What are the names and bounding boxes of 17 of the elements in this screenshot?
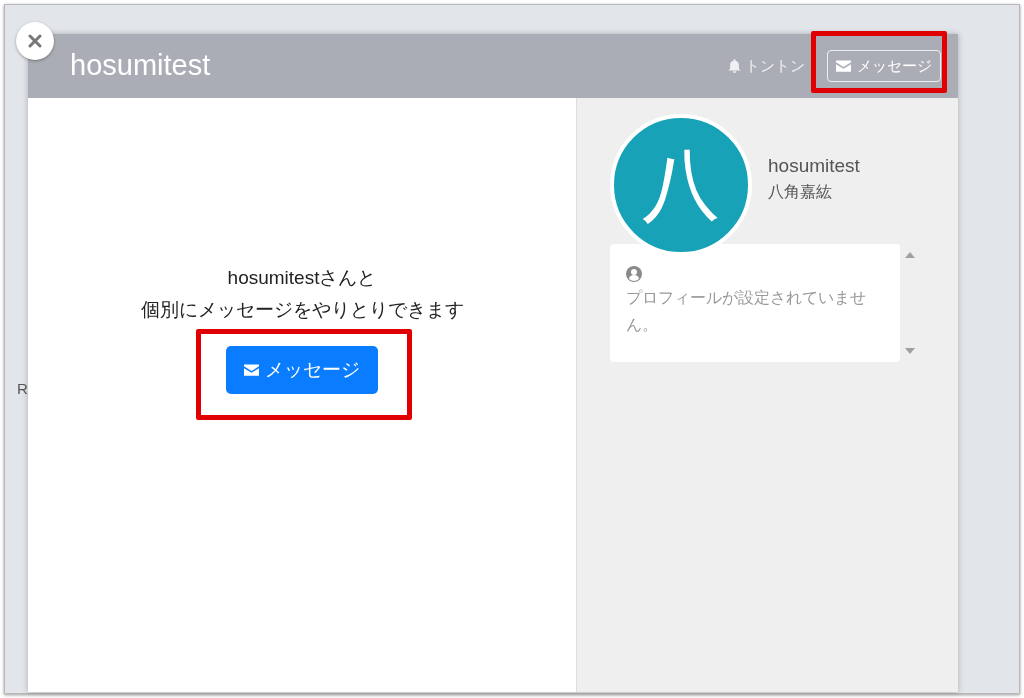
modal-title: hosumitest xyxy=(70,48,212,84)
full-name: 八角嘉紘 xyxy=(768,182,833,203)
close-icon xyxy=(28,34,42,48)
username: hosumitest xyxy=(768,153,860,178)
profile-text: プロフィールが設定されていません。 xyxy=(626,288,867,335)
intro-text: 個別にメッセージをやりとりできます xyxy=(140,298,464,322)
background-text: R xyxy=(17,378,27,399)
envelope-icon xyxy=(244,364,259,376)
scroll-down-icon[interactable] xyxy=(905,348,915,354)
bell-icon xyxy=(728,59,741,73)
tonton-link[interactable]: トントン xyxy=(728,54,805,78)
user-icon xyxy=(626,266,642,282)
envelope-icon xyxy=(836,60,851,72)
message-button[interactable]: メッセージ xyxy=(827,50,941,82)
intro-text: hosumitestさんと xyxy=(227,266,377,290)
message-button[interactable]: メッセージ xyxy=(226,346,378,394)
scroll-up-icon[interactable] xyxy=(905,252,915,258)
